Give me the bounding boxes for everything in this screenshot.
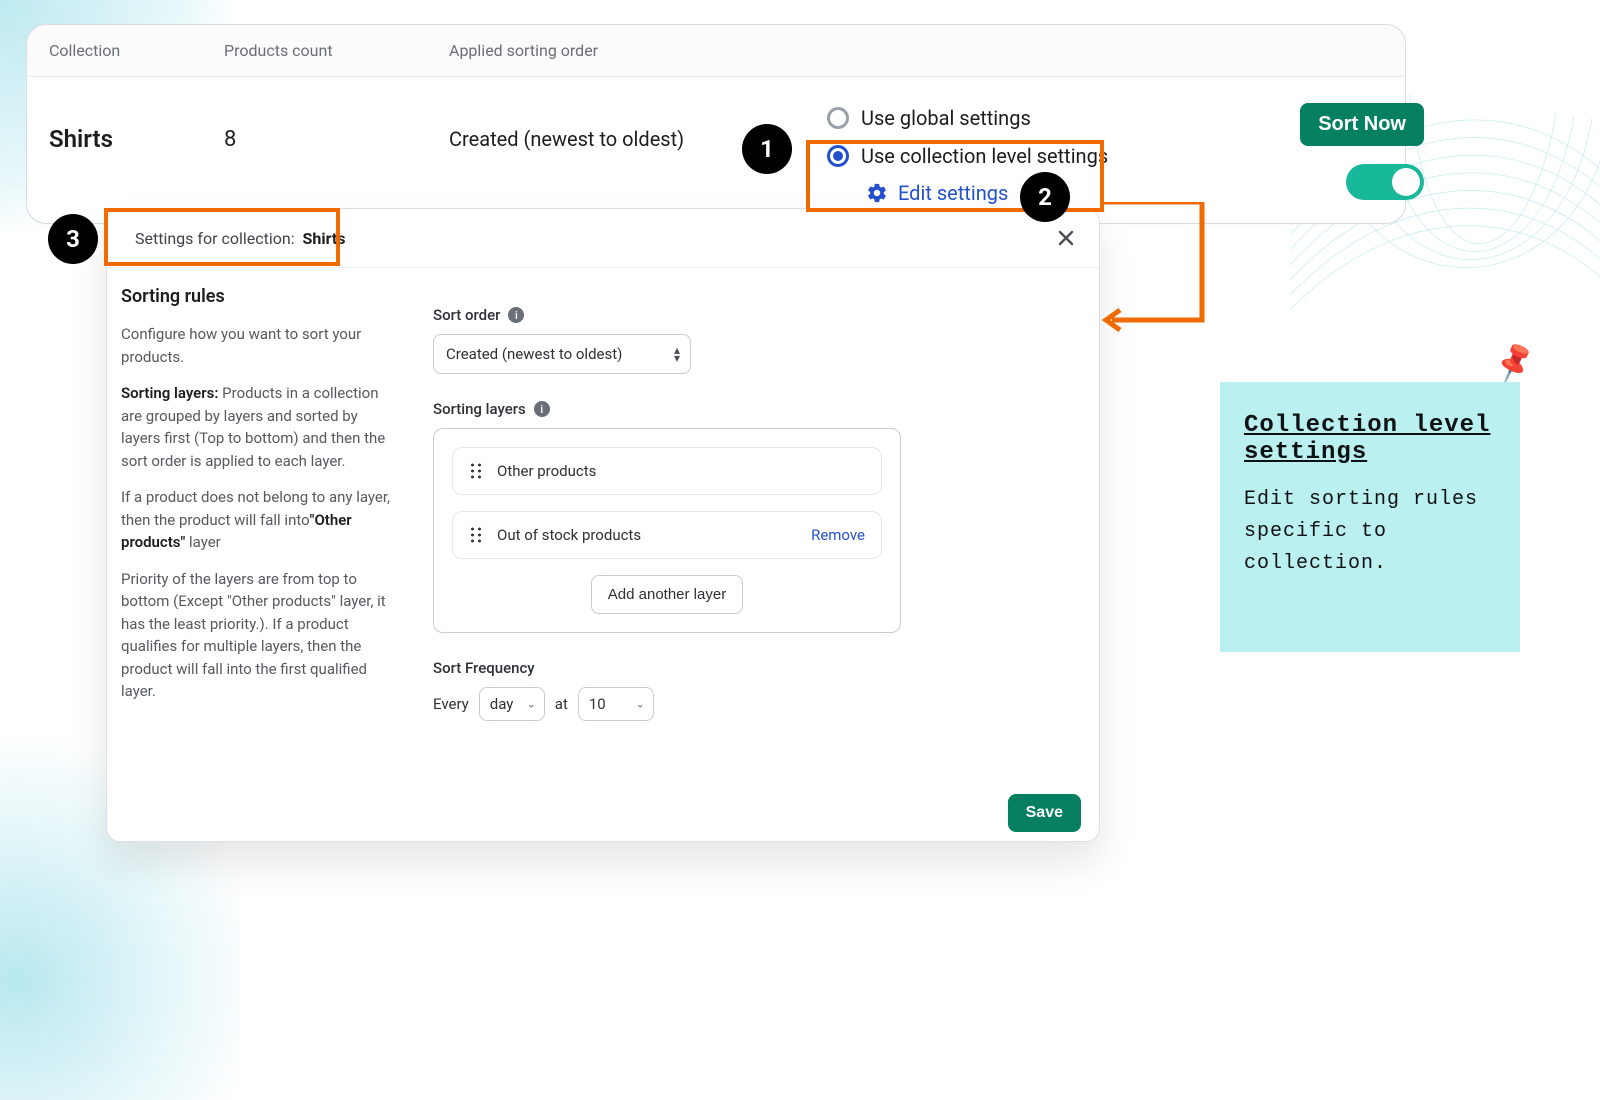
step-badge-2: 2 — [1020, 172, 1070, 222]
dialog-right-pane: Sort order i Created (newest to oldest) … — [407, 268, 1099, 782]
freq-at-label: at — [555, 695, 568, 713]
freq-every-label: Every — [433, 695, 469, 713]
collection-row-card: Collection Products count Applied sortin… — [26, 24, 1406, 224]
layer-item[interactable]: Other products — [452, 447, 882, 495]
step-badge-3: 3 — [48, 214, 98, 264]
radio-label: Use global settings — [861, 106, 1031, 130]
radio-icon — [827, 145, 849, 167]
layer-item[interactable]: Out of stock products Remove — [452, 511, 882, 559]
explainer-note: Collection level settings Edit sorting r… — [1220, 382, 1520, 652]
radio-collection-settings[interactable]: Use collection level settings — [824, 141, 1244, 171]
drag-handle-icon[interactable] — [469, 526, 483, 544]
radio-global-settings[interactable]: Use global settings — [824, 103, 1244, 133]
drag-handle-icon[interactable] — [469, 462, 483, 480]
save-button[interactable]: Save — [1008, 794, 1081, 832]
dialog-title-prefix: Settings for collection: — [135, 229, 295, 248]
chevron-down-icon: ⌄ — [636, 698, 645, 711]
sorting-rules-p2: Sorting layers: Products in a collection… — [121, 382, 393, 472]
add-layer-button[interactable]: Add another layer — [591, 575, 743, 614]
sorting-rules-p4: Priority of the layers are from top to b… — [121, 568, 393, 703]
arrow-connector — [1100, 202, 1210, 332]
enable-toggle[interactable] — [1346, 164, 1424, 200]
freq-unit-value: day — [490, 695, 514, 713]
table-header: Collection Products count Applied sortin… — [27, 25, 1405, 77]
dialog-title: Settings for collection: Shirts — [127, 227, 353, 250]
sort-order-value: Created (newest to oldest) — [446, 345, 622, 363]
close-button[interactable] — [1053, 225, 1079, 251]
step-badge-1: 1 — [742, 124, 792, 174]
sorting-rules-p3: If a product does not belong to any laye… — [121, 486, 393, 554]
chevron-down-icon: ⌄ — [527, 698, 536, 711]
pin-icon: 📌 — [1489, 338, 1539, 387]
sorting-rules-p3c: layer — [185, 533, 220, 551]
collection-name: Shirts — [49, 95, 224, 153]
table-row: Shirts 8 Created (newest to oldest) Use … — [27, 77, 1405, 207]
info-icon[interactable]: i — [534, 401, 550, 417]
updown-icon: ▴▾ — [674, 346, 680, 362]
collection-settings-dialog: Settings for collection: Shirts Sorting … — [106, 208, 1100, 842]
col-header-collection: Collection — [49, 41, 224, 60]
layer-name: Out of stock products — [497, 526, 641, 544]
dialog-left-pane: Sorting rules Configure how you want to … — [107, 268, 407, 782]
products-count: 8 — [224, 95, 449, 152]
sort-order-select[interactable]: Created (newest to oldest) ▴▾ — [433, 334, 691, 374]
freq-unit-select[interactable]: day ⌄ — [479, 687, 545, 721]
close-icon — [1057, 229, 1075, 247]
radio-label: Use collection level settings — [861, 144, 1108, 168]
note-body: Edit sorting rules specific to collectio… — [1244, 484, 1496, 580]
sort-now-button[interactable]: Sort Now — [1300, 103, 1424, 146]
layer-name: Other products — [497, 462, 596, 480]
remove-layer-link[interactable]: Remove — [811, 526, 865, 544]
note-title: Collection level settings — [1244, 412, 1496, 466]
sort-order-label: Sort order — [433, 306, 500, 324]
freq-time-select[interactable]: 10 ⌄ — [578, 687, 654, 721]
sorting-layers-label: Sorting layers — [433, 400, 526, 418]
radio-icon — [827, 107, 849, 129]
col-header-sort: Applied sorting order — [449, 41, 824, 60]
sorting-layers-box: Other products Out of stock products Rem… — [433, 428, 901, 633]
sorting-rules-p1: Configure how you want to sort your prod… — [121, 323, 393, 368]
info-icon[interactable]: i — [508, 307, 524, 323]
edit-settings-label: Edit settings — [898, 181, 1008, 205]
dialog-title-collection: Shirts — [303, 229, 346, 248]
col-header-count: Products count — [224, 41, 449, 60]
gear-icon — [866, 182, 888, 204]
sort-frequency-label: Sort Frequency — [433, 659, 535, 677]
freq-time-value: 10 — [589, 695, 606, 713]
sorting-layers-term: Sorting layers: — [121, 384, 218, 402]
sorting-rules-heading: Sorting rules — [121, 286, 393, 307]
